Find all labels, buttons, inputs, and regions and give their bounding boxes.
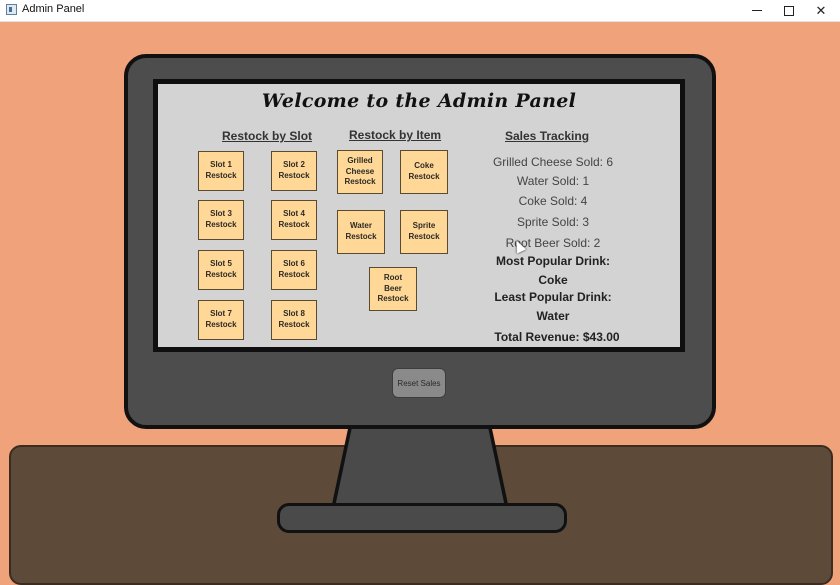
minimize-icon — [752, 10, 762, 11]
most-popular-label: Most Popular Drink: — [495, 254, 610, 268]
close-button[interactable]: ✕ — [804, 0, 838, 21]
water-sold: Water Sold: 1 — [516, 174, 590, 188]
window-titlebar: Admin Panel ✕ — [0, 0, 840, 22]
monitor-stand — [335, 427, 505, 507]
slot-5-restock-button[interactable]: Slot 5 Restock — [198, 250, 244, 290]
slot-6-restock-button[interactable]: Slot 6 Restock — [271, 250, 317, 290]
grilled-cheese-restock-button[interactable]: Grilled Cheese Restock — [337, 150, 383, 194]
total-revenue: Total Revenue: $43.00 — [494, 330, 620, 344]
close-icon: ✕ — [815, 2, 827, 18]
grilled-cheese-sold: Grilled Cheese Sold: 6 — [492, 155, 614, 169]
most-popular-value: Coke — [538, 273, 568, 287]
restock-by-slot-heading: Restock by Slot — [222, 129, 313, 143]
least-popular-label: Least Popular Drink: — [494, 290, 612, 304]
reset-sales-button[interactable]: Reset Sales — [392, 368, 446, 398]
slot-4-restock-button[interactable]: Slot 4 Restock — [271, 200, 317, 240]
restock-by-item-heading: Restock by Item — [349, 128, 442, 142]
slot-7-restock-button[interactable]: Slot 7 Restock — [198, 300, 244, 340]
slot-3-restock-button[interactable]: Slot 3 Restock — [198, 200, 244, 240]
app-icon — [6, 4, 17, 15]
admin-screen: Welcome to the Admin Panel Restock by Sl… — [153, 79, 685, 352]
window-title: Admin Panel — [22, 3, 85, 15]
maximize-button[interactable] — [772, 0, 806, 21]
root-beer-restock-button[interactable]: Root Beer Restock — [369, 267, 417, 311]
sprite-sold: Sprite Sold: 3 — [516, 215, 590, 229]
scene: Welcome to the Admin Panel Restock by Sl… — [0, 21, 840, 585]
page-title: Welcome to the Admin Panel — [261, 90, 577, 112]
slot-8-restock-button[interactable]: Slot 8 Restock — [271, 300, 317, 340]
minimize-button[interactable] — [740, 0, 774, 21]
monitor-base — [277, 503, 567, 533]
least-popular-value: Water — [536, 309, 570, 323]
root-beer-sold: Root Beer Sold: 2 — [505, 236, 601, 250]
coke-sold: Coke Sold: 4 — [518, 194, 588, 208]
slot-2-restock-button[interactable]: Slot 2 Restock — [271, 151, 317, 191]
water-restock-button[interactable]: Water Restock — [337, 210, 385, 254]
coke-restock-button[interactable]: Coke Restock — [400, 150, 448, 194]
slot-1-restock-button[interactable]: Slot 1 Restock — [198, 151, 244, 191]
sales-tracking-heading: Sales Tracking — [505, 129, 590, 143]
sprite-restock-button[interactable]: Sprite Restock — [400, 210, 448, 254]
maximize-icon — [784, 5, 794, 16]
